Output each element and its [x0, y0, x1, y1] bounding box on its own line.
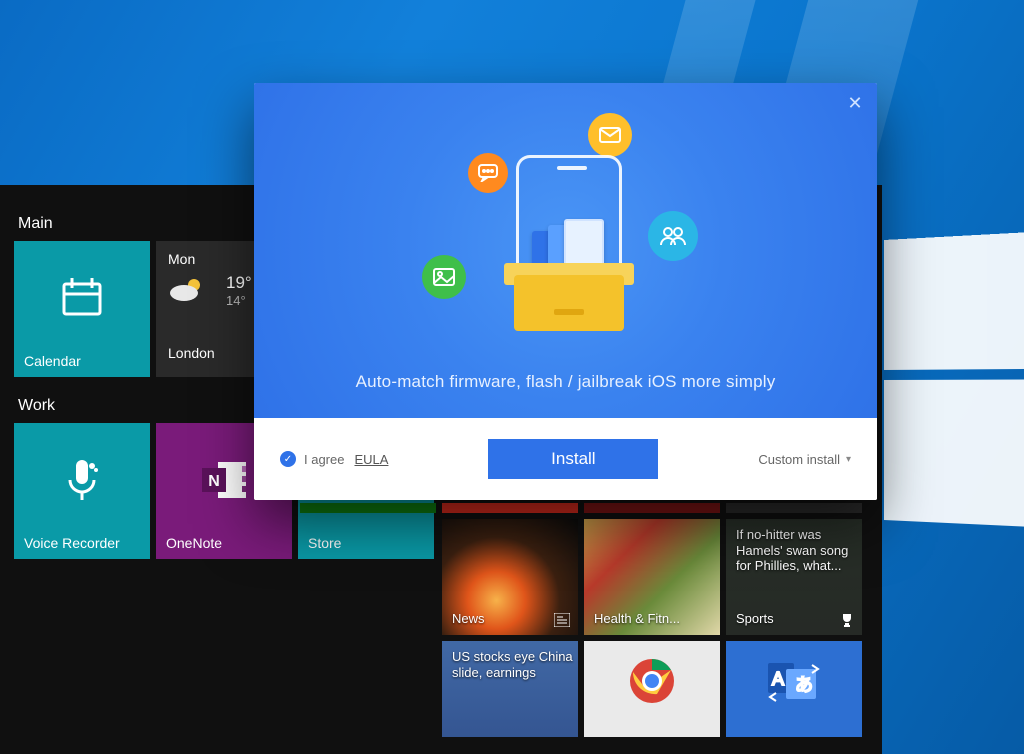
tile-label: OneNote: [166, 535, 222, 551]
mic-icon: [62, 456, 102, 504]
tile-label: Sports: [736, 611, 774, 627]
installer-illustration: [396, 111, 736, 341]
drawer-icon: [514, 253, 624, 331]
news-icon: [554, 613, 570, 627]
tiles-right: News Health & Fitn... If no-hitter was H…: [300, 503, 862, 737]
close-button[interactable]: ✕: [841, 89, 869, 117]
svg-text:N: N: [208, 473, 220, 490]
tile-label: News: [452, 611, 485, 627]
installer-tagline: Auto-match firmware, flash / jailbreak i…: [254, 372, 877, 392]
tile-voice-recorder[interactable]: Voice Recorder: [14, 423, 150, 559]
tile-unknown-gray[interactable]: [726, 503, 862, 513]
tile-sports[interactable]: If no-hitter was Hamels' swan song for P…: [726, 519, 862, 635]
installer-dialog: ✕ Auto-match firmware, flash / jailb: [254, 83, 877, 500]
svg-text:A: A: [772, 669, 784, 689]
translate-icon: Aあ: [766, 657, 822, 705]
installer-footer: ✓ I agree EULA Install Custom install ▾: [254, 418, 877, 500]
install-button[interactable]: Install: [488, 439, 658, 479]
mail-bubble-icon: [588, 113, 632, 157]
tile-news[interactable]: News: [442, 519, 578, 635]
tile-xbox[interactable]: [300, 503, 436, 513]
weather-day: Mon: [168, 251, 195, 267]
tile-label: Health & Fitn...: [594, 611, 680, 627]
people-bubble-icon: [648, 211, 698, 261]
tile-translate[interactable]: Aあ: [726, 641, 862, 737]
install-label: Install: [551, 449, 595, 469]
trophy-icon: [840, 613, 854, 627]
tile-unknown-dark[interactable]: [584, 503, 720, 513]
photo-bubble-icon: [422, 255, 466, 299]
onenote-icon: N: [198, 456, 250, 504]
calendar-icon: [58, 274, 106, 322]
custom-install-toggle[interactable]: Custom install ▾: [758, 452, 851, 467]
chrome-icon: [627, 656, 677, 706]
custom-install-label: Custom install: [758, 452, 840, 467]
weather-low: 14°: [226, 293, 252, 308]
tile-label: Calendar: [24, 353, 81, 369]
svg-text:あ: あ: [795, 675, 813, 695]
tile-health[interactable]: Health & Fitn...: [584, 519, 720, 635]
weather-cloud-icon: [168, 275, 208, 305]
checkbox-checked-icon: ✓: [280, 451, 296, 467]
agree-label: I agree: [304, 452, 344, 467]
installer-hero: ✕ Auto-match firmware, flash / jailb: [254, 83, 877, 418]
eula-agree[interactable]: ✓ I agree EULA: [280, 451, 388, 467]
tile-calendar[interactable]: Calendar: [14, 241, 150, 377]
money-headline: US stocks eye China slide, earnings: [452, 649, 578, 680]
chevron-down-icon: ▾: [846, 454, 851, 465]
tile-money[interactable]: US stocks eye China slide, earnings: [442, 641, 578, 737]
tile-label: Voice Recorder: [24, 535, 120, 551]
weather-content: Mon 19° 14° London: [168, 251, 195, 267]
weather-high: 19°: [226, 273, 252, 293]
eula-link[interactable]: EULA: [354, 452, 388, 467]
chat-bubble-icon: [468, 153, 508, 193]
close-icon: ✕: [847, 93, 862, 113]
sports-headline: If no-hitter was Hamels' swan song for P…: [736, 527, 862, 574]
weather-city: London: [168, 345, 215, 361]
tile-chrome[interactable]: [584, 641, 720, 737]
tile-unknown-red[interactable]: [442, 503, 578, 513]
